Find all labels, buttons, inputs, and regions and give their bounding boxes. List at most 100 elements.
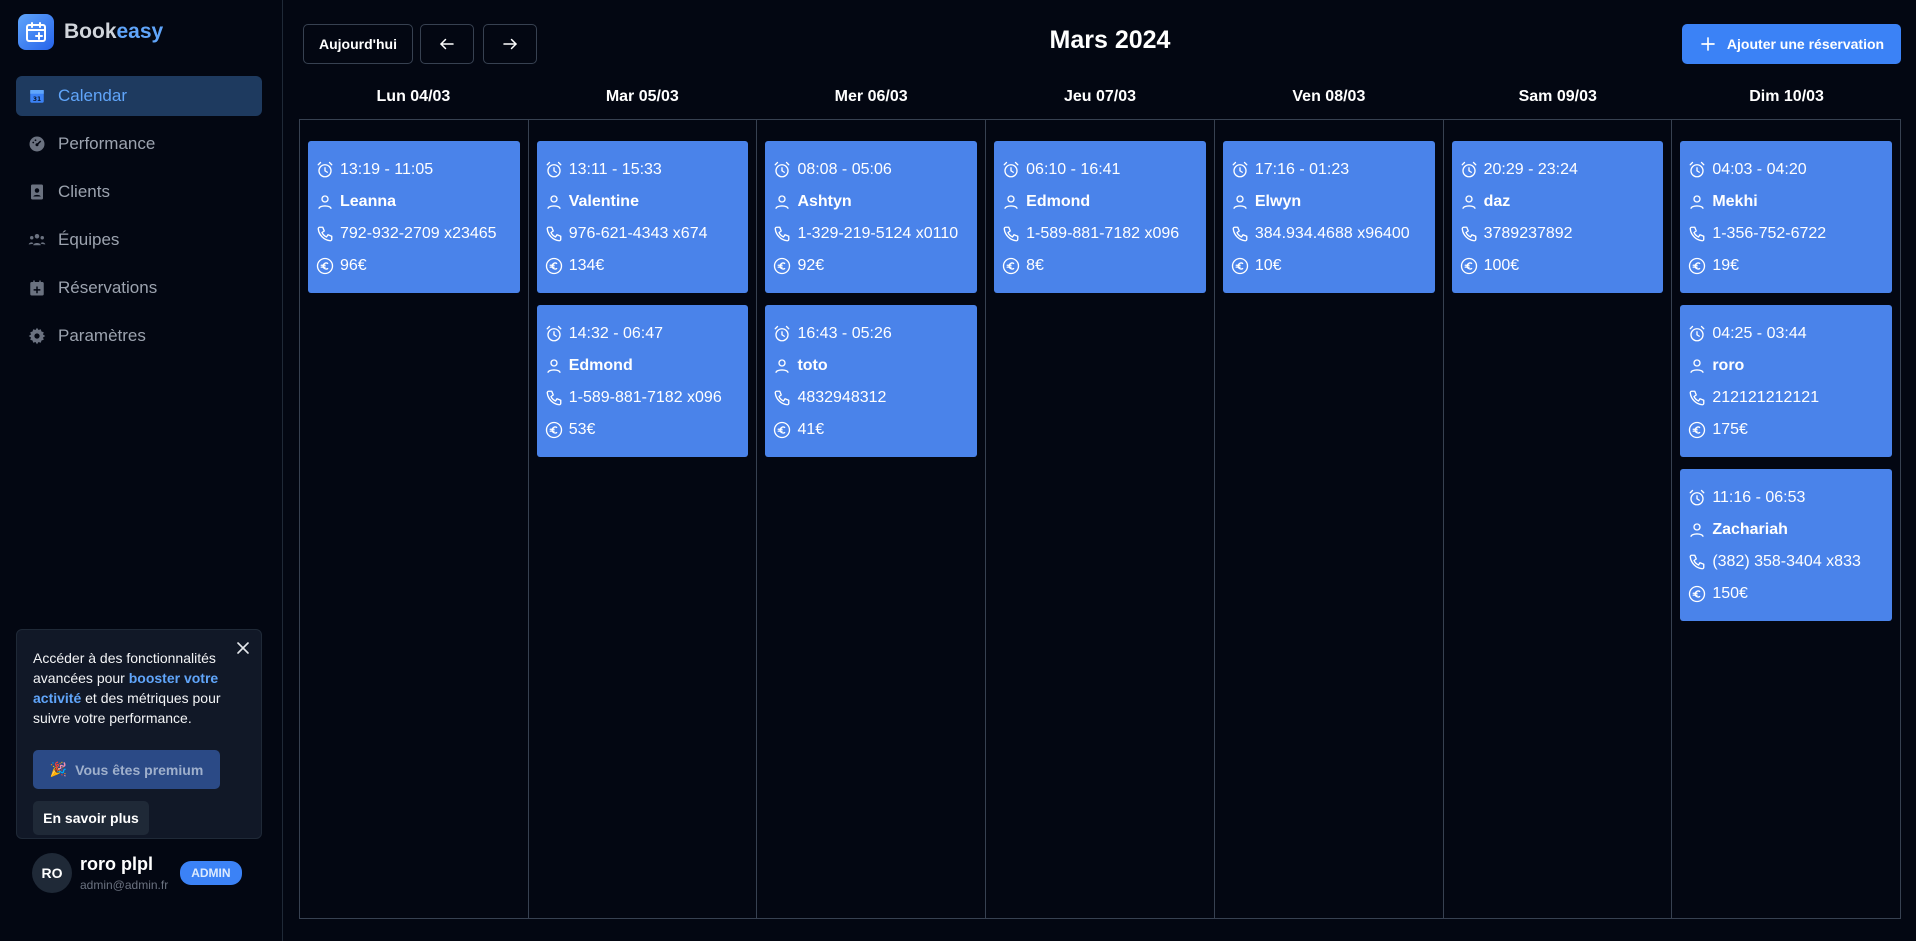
alarm-clock-icon <box>775 325 790 342</box>
day-column[interactable]: 17:16 - 01:23 Elwyn 384.934.4688 x96400 … <box>1215 120 1444 918</box>
phone-icon <box>546 390 562 406</box>
sidebar: Bookeasy 31 Calendar Performance Clients… <box>0 0 283 941</box>
sidebar-item-equipes[interactable]: Équipes <box>16 220 262 260</box>
user-icon <box>547 195 561 210</box>
day-column[interactable]: 04:03 - 04:20 Mekhi 1-356-752-6722 19€ 0… <box>1672 120 1900 918</box>
svg-text:31: 31 <box>33 96 41 103</box>
booking-phone: 976-621-4343 x674 <box>545 218 741 250</box>
booking-card[interactable]: 04:03 - 04:20 Mekhi 1-356-752-6722 19€ <box>1680 141 1893 293</box>
booking-card[interactable]: 20:29 - 23:24 daz 3789237892 100€ <box>1451 141 1664 293</box>
booking-time: 14:32 - 06:47 <box>545 318 741 350</box>
alarm-clock-icon <box>546 325 562 342</box>
user-icon <box>1233 195 1247 210</box>
phone-icon <box>775 390 790 406</box>
day-header: Mar 05/03 <box>605 88 679 105</box>
plus-icon <box>1701 37 1715 51</box>
booking-phone: 792-932-2709 x23465 <box>316 218 512 250</box>
sidebar-item-reservations[interactable]: Réservations <box>16 268 262 308</box>
booking-price: 19€ <box>1688 250 1884 282</box>
sidebar-item-calendar[interactable]: 31 Calendar <box>16 76 262 116</box>
logo[interactable]: Bookeasy <box>18 14 163 50</box>
avatar: RO <box>32 853 72 893</box>
booking-card[interactable]: 14:32 - 06:47 Edmond 1-589-881-7182 x096… <box>536 305 749 457</box>
logo-calendar-icon <box>18 14 54 50</box>
user-profile[interactable]: RO roro plpl admin@admin.fr ADMIN <box>32 853 242 893</box>
sidebar-item-label: Clients <box>58 182 110 201</box>
booking-card[interactable]: 11:16 - 06:53 Zachariah (382) 358-3404 x… <box>1680 469 1893 621</box>
promo-text: Accéder à des fonctionnalités avancées p… <box>33 650 221 726</box>
booking-client: Elwyn <box>1231 186 1427 218</box>
booking-card[interactable]: 17:16 - 01:23 Elwyn 384.934.4688 x96400 … <box>1222 141 1435 293</box>
alarm-clock-icon <box>1232 161 1248 178</box>
calendar-week-grid: 13:19 - 11:05 Leanna 792-932-2709 x23465… <box>299 119 1901 919</box>
day-header: Jeu 07/03 <box>1063 88 1137 105</box>
day-column[interactable]: 06:10 - 16:41 Edmond 1-589-881-7182 x096… <box>986 120 1215 918</box>
learn-more-button[interactable]: En savoir plus <box>33 801 149 835</box>
booking-card[interactable]: 13:11 - 15:33 Valentine 976-621-4343 x67… <box>536 141 749 293</box>
sidebar-item-label: Calendar <box>58 86 127 105</box>
add-reservation-button[interactable]: Ajouter une réservation <box>1682 24 1901 64</box>
alarm-clock-icon <box>1689 325 1705 342</box>
booking-phone: (382) 358-3404 x833 <box>1688 546 1884 578</box>
euro-icon <box>774 421 791 439</box>
booking-time: 17:16 - 01:23 <box>1231 154 1427 186</box>
booking-time: 08:08 - 05:06 <box>773 154 969 186</box>
today-button[interactable]: Aujourd'hui <box>303 24 413 64</box>
user-email: admin@admin.fr <box>80 878 169 892</box>
booking-card[interactable]: 16:43 - 05:26 toto 4832948312 41€ <box>765 305 978 457</box>
contact-icon <box>31 184 43 200</box>
booking-client: Edmond <box>1002 186 1198 218</box>
booking-time: 13:19 - 11:05 <box>316 154 512 186</box>
booking-phone: 1-589-881-7182 x096 <box>1002 218 1198 250</box>
booking-price: 134€ <box>545 250 741 282</box>
booking-card[interactable]: 04:25 - 03:44 roro 212121212121 175€ <box>1680 305 1893 457</box>
sidebar-item-label: Réservations <box>58 278 158 297</box>
booking-time: 04:03 - 04:20 <box>1688 154 1884 186</box>
next-week-button[interactable] <box>483 24 537 64</box>
phone-icon <box>317 226 333 242</box>
booking-client: Edmond <box>545 350 741 382</box>
euro-icon <box>545 421 562 439</box>
user-icon <box>775 195 790 210</box>
sidebar-item-label: Paramètres <box>58 326 146 345</box>
booking-card[interactable]: 08:08 - 05:06 Ashtyn 1-329-219-5124 x011… <box>765 141 978 293</box>
booking-card[interactable]: 13:19 - 11:05 Leanna 792-932-2709 x23465… <box>308 141 520 293</box>
sidebar-item-parametres[interactable]: Paramètres <box>16 316 262 356</box>
booking-time: 11:16 - 06:53 <box>1688 482 1884 514</box>
booking-price: 175€ <box>1688 414 1884 446</box>
day-header: Lun 04/03 <box>376 88 451 105</box>
day-column[interactable]: 13:19 - 11:05 Leanna 792-932-2709 x23465… <box>300 120 529 918</box>
phone-icon <box>1689 226 1705 242</box>
role-badge: ADMIN <box>180 861 242 885</box>
sidebar-item-label: Équipes <box>58 230 120 249</box>
user-icon <box>1690 359 1704 374</box>
alarm-clock-icon <box>1689 489 1705 506</box>
euro-icon <box>1231 257 1249 275</box>
sidebar-item-performance[interactable]: Performance <box>16 124 262 164</box>
euro-icon <box>1689 257 1706 275</box>
booking-price: 96€ <box>316 250 512 282</box>
day-column[interactable]: 08:08 - 05:06 Ashtyn 1-329-219-5124 x011… <box>757 120 987 918</box>
booking-phone: 384.934.4688 x96400 <box>1231 218 1427 250</box>
user-icon <box>1461 195 1476 210</box>
arrow-left-icon <box>440 38 454 50</box>
day-column[interactable]: 13:11 - 15:33 Valentine 976-621-4343 x67… <box>529 120 758 918</box>
close-icon[interactable] <box>235 640 251 656</box>
booking-client: Leanna <box>316 186 512 218</box>
day-column[interactable]: 20:29 - 23:24 daz 3789237892 100€ <box>1444 120 1673 918</box>
day-header: Mer 06/03 <box>834 88 908 105</box>
booking-price: 41€ <box>773 414 969 446</box>
sidebar-item-clients[interactable]: Clients <box>16 172 262 212</box>
euro-icon <box>1460 257 1477 275</box>
booking-phone: 4832948312 <box>773 382 969 414</box>
booking-price: 100€ <box>1460 250 1656 282</box>
previous-week-button[interactable] <box>420 24 474 64</box>
phone-icon <box>1689 554 1705 570</box>
phone-icon <box>546 226 562 242</box>
premium-button[interactable]: 🎉 Vous êtes premium <box>33 750 220 789</box>
booking-price: 10€ <box>1231 250 1427 282</box>
user-name: roro plpl <box>80 854 153 874</box>
euro-icon <box>316 257 334 275</box>
alarm-clock-icon <box>775 161 790 178</box>
booking-card[interactable]: 06:10 - 16:41 Edmond 1-589-881-7182 x096… <box>994 141 1206 293</box>
